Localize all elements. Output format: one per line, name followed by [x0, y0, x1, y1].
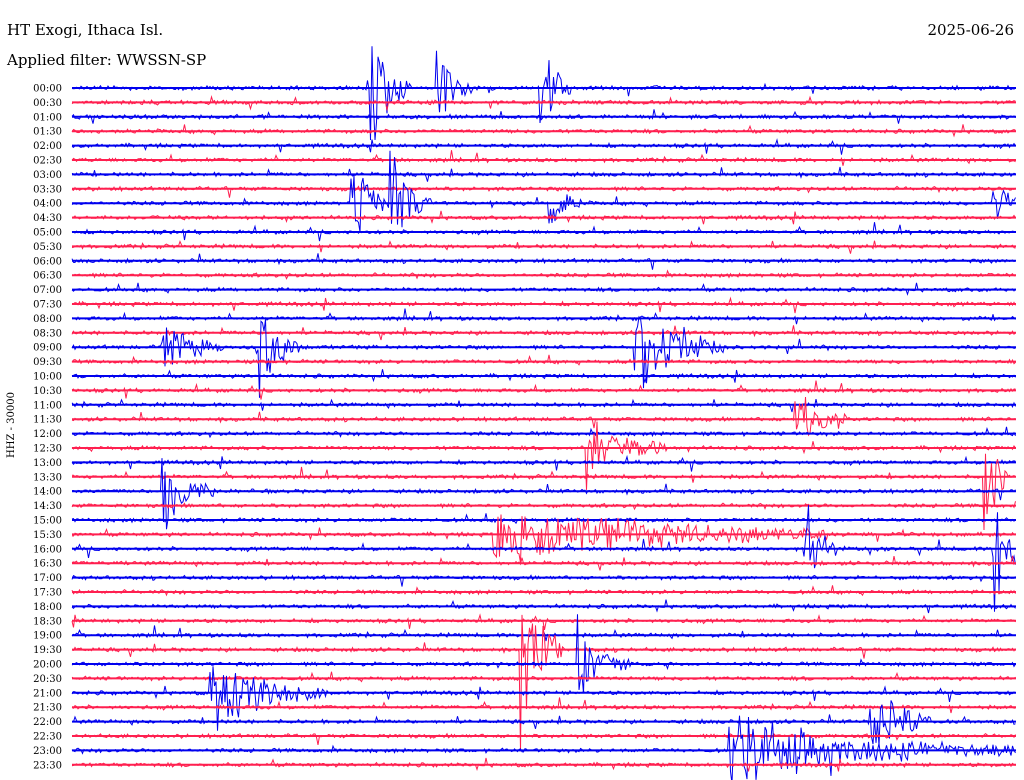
seismogram-trace	[71, 697, 1016, 714]
time-tick-label: 02:30	[33, 156, 62, 167]
time-tick-label: 02:00	[33, 141, 62, 152]
time-tick-label: 07:00	[33, 285, 62, 296]
seismogram-trace	[71, 296, 1016, 314]
trace-group	[71, 46, 1016, 780]
seismogram-trace	[71, 46, 1016, 141]
time-tick-label: 15:00	[33, 516, 62, 527]
seismogram-trace	[71, 150, 1016, 166]
time-tick-label: 21:00	[33, 688, 62, 699]
y-axis-label: HHZ - 30000	[6, 392, 17, 458]
time-tick-label: 19:30	[33, 645, 62, 656]
time-tick-label: 14:00	[33, 487, 62, 498]
time-tick-label: 20:00	[33, 660, 62, 671]
seismogram-trace	[71, 94, 1016, 111]
time-tick-label: 12:30	[33, 444, 62, 455]
time-tick-label: 10:30	[33, 386, 62, 397]
seismogram-trace	[71, 124, 1016, 138]
helicorder-plot: 00:00 00:30 01:00 01:30 02:00 02:30 03:00 03:30…	[6, 46, 1016, 780]
time-tick-label: 00:00	[33, 84, 62, 95]
time-tick-label: 23:30	[33, 760, 62, 771]
time-tick-label: 01:30	[33, 127, 62, 138]
time-tick-label: 21:30	[33, 703, 62, 714]
time-tick-label: 18:30	[33, 616, 62, 627]
time-tick-label: 06:00	[33, 256, 62, 267]
time-tick-label: 03:30	[33, 184, 62, 195]
time-tick-label: 18:00	[33, 602, 62, 613]
time-tick-label: 01:00	[33, 112, 62, 123]
time-tick-label: 04:30	[33, 213, 62, 224]
time-tick-label: 22:00	[33, 717, 62, 728]
time-tick-label: 17:30	[33, 588, 62, 599]
time-tick-label: 07:30	[33, 300, 62, 311]
time-tick-label: 06:30	[33, 271, 62, 282]
seismogram-trace	[71, 354, 1016, 366]
time-axis: 00:00 00:30 01:00 01:30 02:00 02:30 03:00 03:30…	[33, 84, 62, 772]
seismogram-trace	[71, 613, 1016, 630]
seismogram-trace	[71, 585, 1016, 597]
time-tick-label: 22:30	[33, 732, 62, 743]
time-tick-label: 03:00	[33, 170, 62, 181]
time-tick-label: 08:00	[33, 314, 62, 325]
time-tick-label: 20:30	[33, 674, 62, 685]
time-tick-label: 14:30	[33, 501, 62, 512]
seismogram-trace	[71, 396, 1016, 437]
time-tick-label: 23:00	[33, 746, 62, 757]
time-tick-label: 11:00	[33, 400, 62, 411]
time-tick-label: 19:00	[33, 631, 62, 642]
time-tick-label: 12:00	[33, 429, 62, 440]
time-tick-label: 04:00	[33, 199, 62, 210]
seismogram-trace	[71, 308, 1016, 325]
time-tick-label: 16:30	[33, 559, 62, 570]
time-tick-label: 13:00	[33, 458, 62, 469]
time-tick-label: 10:00	[33, 372, 62, 383]
time-tick-label: 16:00	[33, 544, 62, 555]
time-tick-label: 13:30	[33, 472, 62, 483]
time-tick-label: 09:30	[33, 357, 62, 368]
seismogram-trace	[71, 138, 1016, 155]
seismogram-trace	[71, 315, 1016, 398]
time-tick-label: 00:30	[33, 98, 62, 109]
seismogram-trace	[71, 150, 1016, 233]
seismogram-trace	[71, 454, 1016, 472]
time-tick-label: 05:00	[33, 228, 62, 239]
seismogram-trace	[71, 513, 1016, 525]
time-tick-label: 05:30	[33, 242, 62, 253]
seismogram-trace	[71, 514, 1016, 563]
seismogram-trace	[71, 458, 1016, 530]
time-tick-label: 15:30	[33, 530, 62, 541]
seismogram-trace	[71, 282, 1016, 296]
time-tick-label: 17:00	[33, 573, 62, 584]
time-tick-label: 08:30	[33, 328, 62, 339]
time-tick-label: 11:30	[33, 415, 62, 426]
time-tick-label: 09:00	[33, 343, 62, 354]
seismogram-trace	[71, 426, 1016, 439]
